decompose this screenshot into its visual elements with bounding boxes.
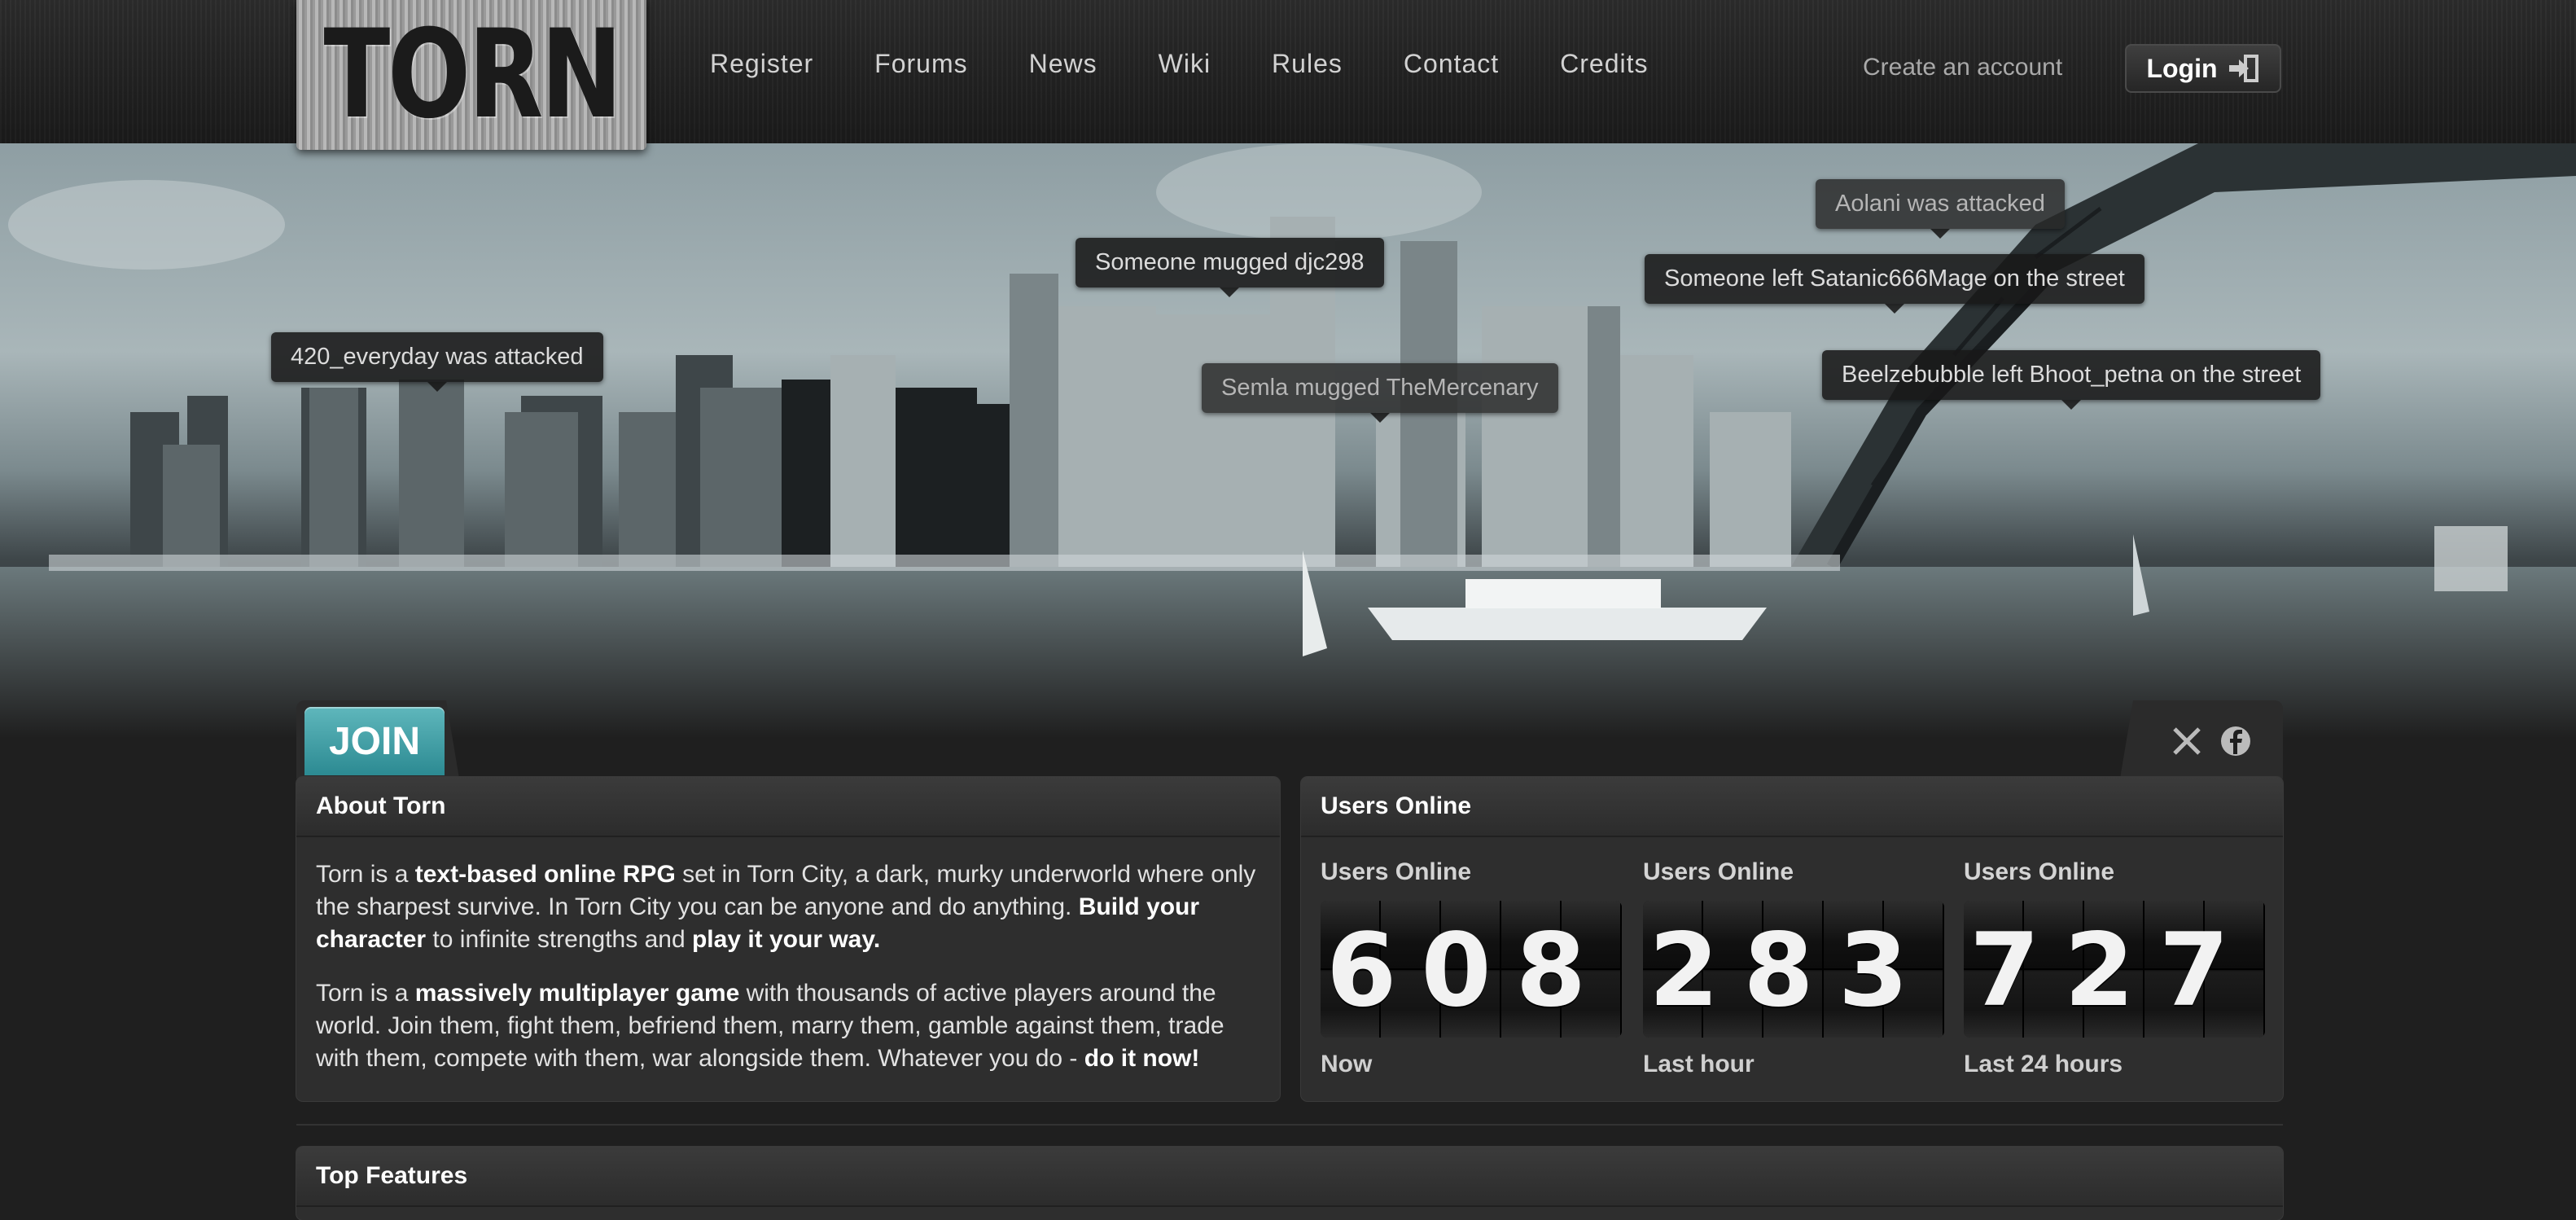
flip-counter: 7608	[1321, 901, 1622, 1038]
feed-bubble: Beelzebubble left Bhoot_petna on the str…	[1822, 350, 2321, 410]
torn-logo[interactable]: TORN	[296, 0, 646, 150]
feed-bubble: Someone left Satanic666Mage on the stree…	[1645, 254, 2144, 314]
create-account-link[interactable]: Create an account	[1863, 54, 2062, 81]
counter-value: 59727	[1964, 912, 2254, 1029]
main-nav: Register Forums News Wiki Rules Contact …	[710, 49, 1710, 79]
feed-bubble: 420_everyday was attacked	[271, 332, 603, 392]
counter-period: Last 24 hours	[1964, 1051, 2123, 1077]
users-online-last-24-hours: Users Online 59727 Last 24 hours	[1964, 858, 2265, 1078]
facebook-icon[interactable]	[2219, 725, 2252, 757]
section-divider	[296, 1124, 2283, 1126]
feed-bubble: Someone mugged djc298	[1076, 238, 1384, 297]
counter-label: Users Online	[1321, 858, 1472, 885]
about-torn-panel: About Torn Torn is a text-based online R…	[296, 777, 1280, 1101]
skyline-illustration	[0, 143, 2576, 738]
about-paragraph-2: Torn is a massively multiplayer game wit…	[316, 977, 1260, 1075]
nav-contact-link[interactable]: Contact	[1404, 49, 1499, 79]
counter-label: Users Online	[1964, 858, 2115, 885]
join-tab-row: JOIN	[296, 700, 2283, 779]
city-skyline-banner: 420_everyday was attacked Someone mugged…	[0, 143, 2576, 738]
join-button[interactable]: JOIN	[304, 707, 445, 775]
flip-counter: 13283	[1643, 901, 1944, 1038]
counter-period: Now	[1321, 1051, 1373, 1077]
about-paragraph-1: Torn is a text-based online RPG set in T…	[316, 858, 1260, 956]
text-run-bold: do it now!	[1084, 1045, 1200, 1072]
text-run: to infinite strengths and	[426, 926, 692, 953]
top-navigation-bar: TORN Register Forums News Wiki Rules Con…	[0, 0, 2576, 150]
nav-register-link[interactable]: Register	[710, 49, 813, 79]
counter-period: Last hour	[1643, 1051, 1755, 1077]
logo-text: TORN	[323, 4, 622, 146]
about-title: About Torn	[296, 777, 1280, 837]
text-run-bold: play it your way.	[691, 926, 881, 953]
counter-value: 7608	[1321, 912, 1610, 1029]
login-label: Login	[2146, 53, 2218, 83]
users-online-last-hour: Users Online 13283 Last hour	[1643, 858, 1944, 1078]
social-links	[2120, 700, 2283, 779]
nav-forums-link[interactable]: Forums	[874, 49, 967, 79]
top-features-panel: Top Features	[296, 1147, 2283, 1220]
text-run: Torn is a	[316, 980, 415, 1007]
flip-counter: 59727	[1964, 901, 2265, 1038]
users-online-title: Users Online	[1301, 777, 2283, 837]
text-run: Torn is a	[316, 861, 415, 888]
top-features-title: Top Features	[296, 1147, 2283, 1207]
x-icon[interactable]	[2171, 725, 2203, 757]
nav-news-link[interactable]: News	[1029, 49, 1097, 79]
login-button[interactable]: Login	[2125, 44, 2281, 93]
users-online-now: Users Online 7608 Now	[1321, 858, 1622, 1078]
login-arrow-icon	[2228, 55, 2258, 82]
feed-bubble: Semla mugged TheMercenary	[1202, 363, 1558, 423]
feed-bubble: Aolani was attacked	[1816, 179, 2065, 239]
nav-credits-link[interactable]: Credits	[1560, 49, 1648, 79]
users-online-panel: Users Online Users Online 7608 Now Users…	[1301, 777, 2283, 1101]
text-run-bold: text-based online RPG	[414, 861, 676, 888]
nav-rules-link[interactable]: Rules	[1272, 49, 1343, 79]
text-run-bold: massively multiplayer game	[414, 980, 740, 1007]
counter-value: 13283	[1643, 912, 1933, 1029]
counter-label: Users Online	[1643, 858, 1794, 885]
nav-wiki-link[interactable]: Wiki	[1159, 49, 1211, 79]
